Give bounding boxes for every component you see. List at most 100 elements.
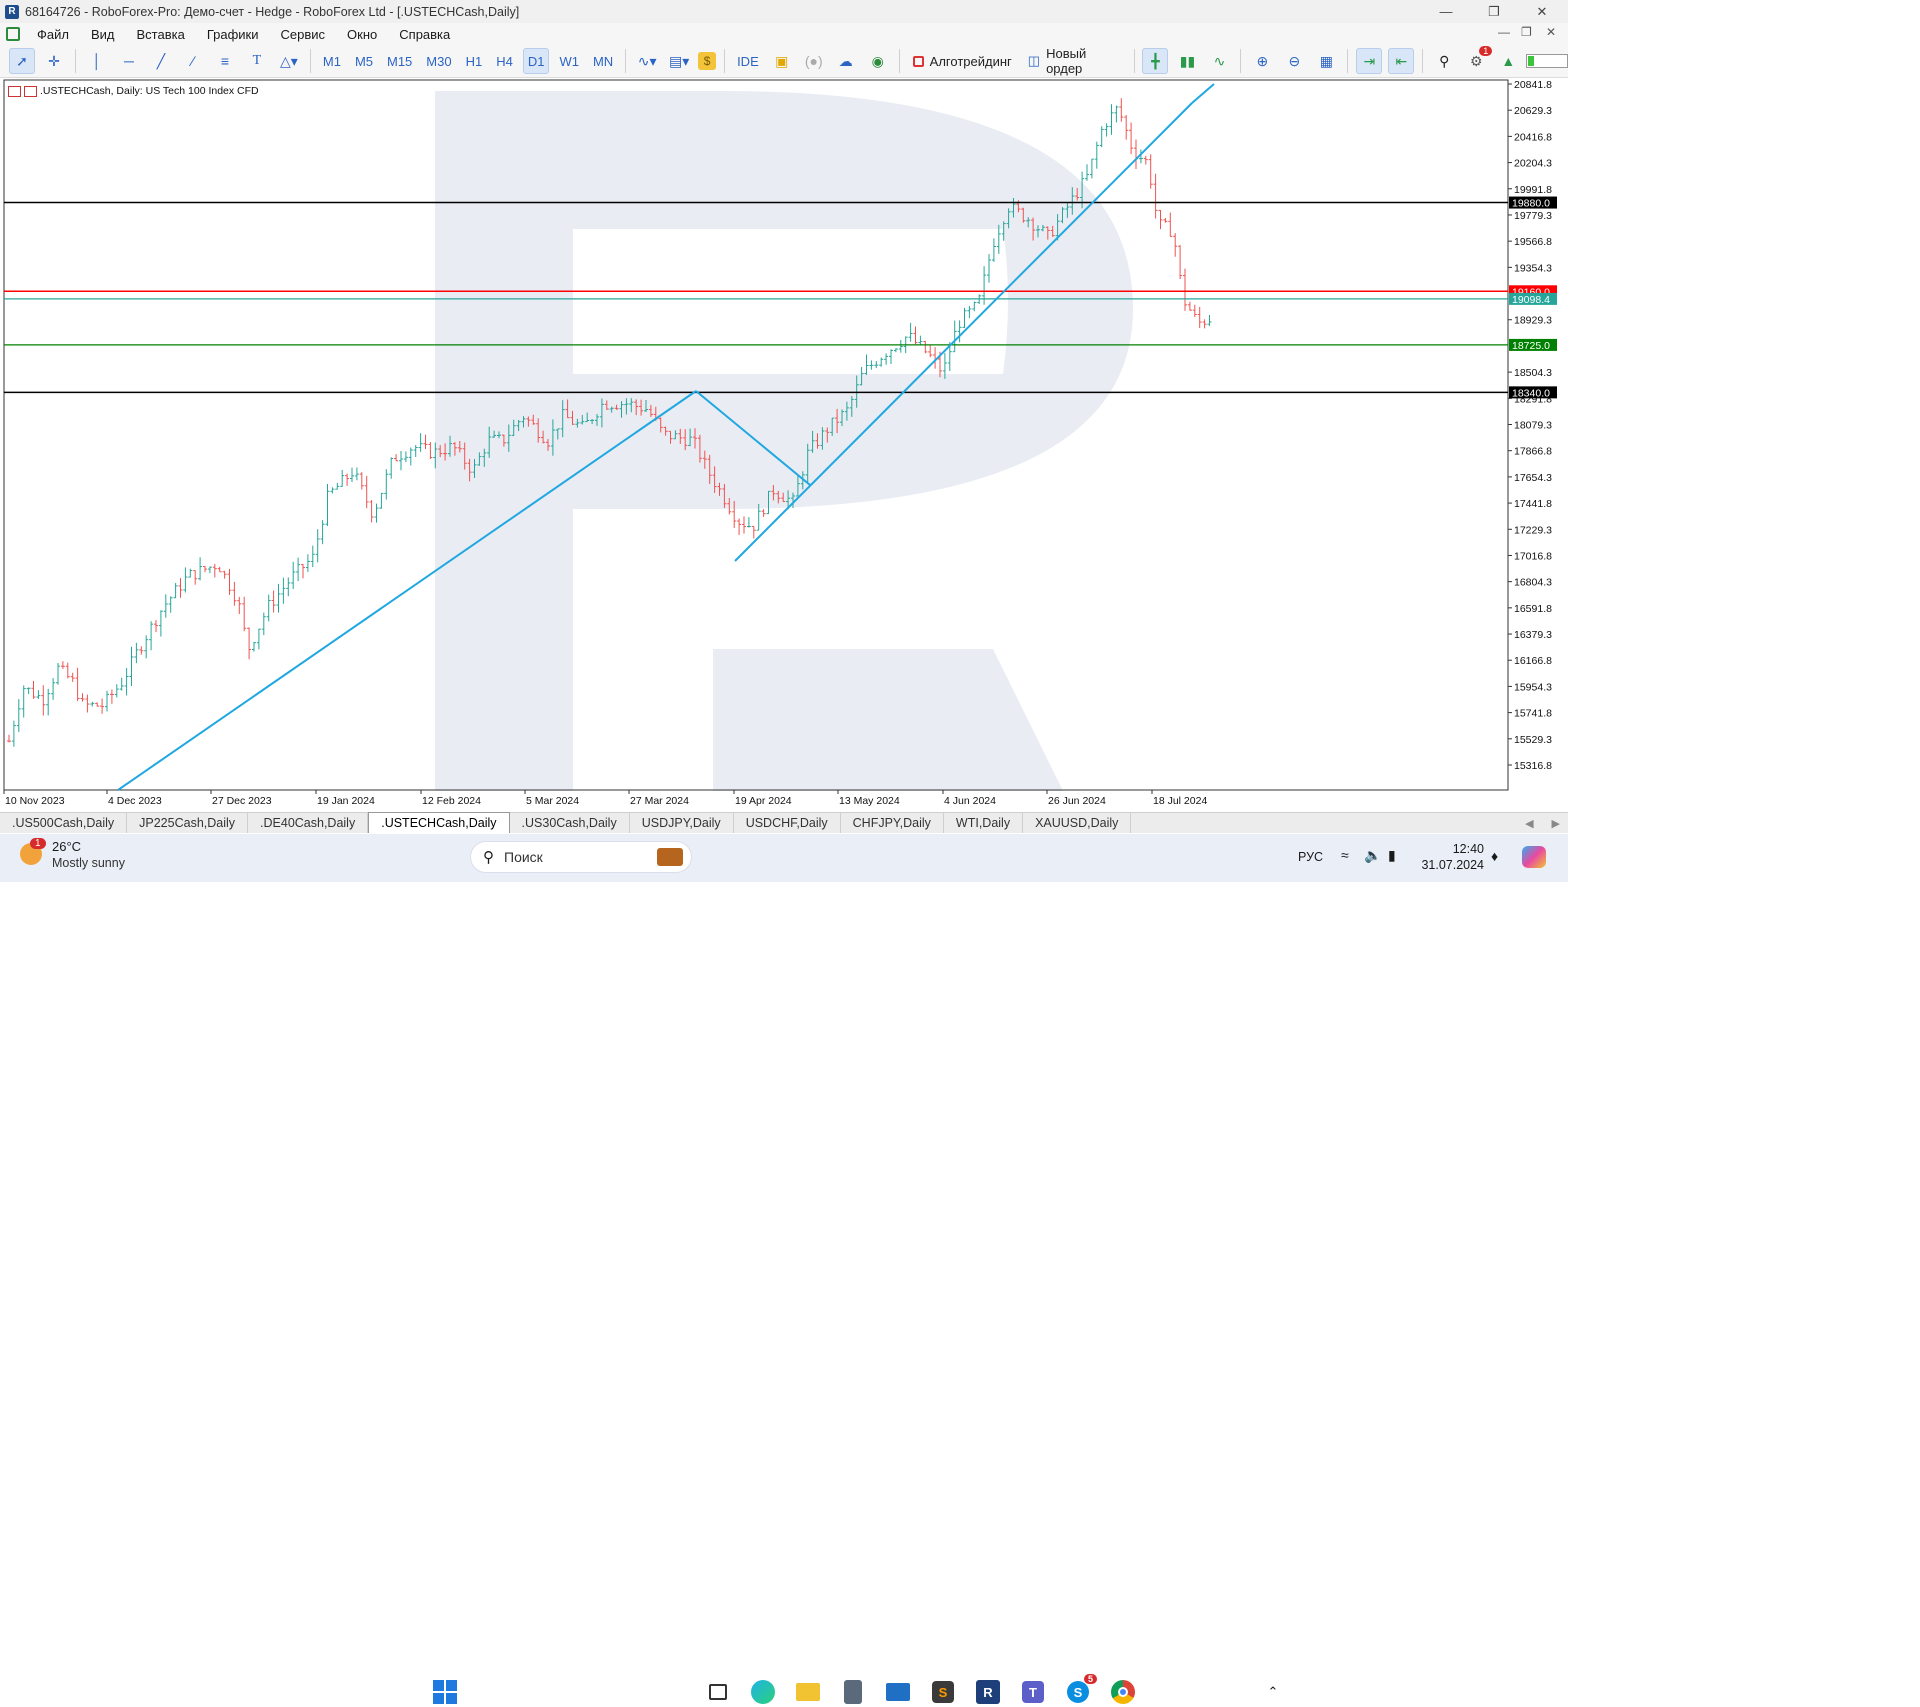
tabs-scroll-arrows[interactable]: ◀ ▶ (1525, 813, 1560, 833)
chart-tab[interactable]: .US500Cash,Daily (0, 813, 128, 833)
battery-icon[interactable]: ▮ (1388, 847, 1396, 864)
clock[interactable]: 12:40 31.07.2024 (1418, 841, 1484, 873)
notifications-icon[interactable]: ⚙ 1 (1463, 46, 1493, 74)
autoscroll-icon[interactable]: ⇥ (1356, 48, 1383, 74)
algo-trading-button[interactable]: Алготрейдинг (912, 53, 1012, 69)
price-level-label: 19880.0 (1512, 198, 1550, 210)
chart-tab[interactable]: .DE40Cash,Daily (248, 813, 369, 833)
timeframe-h4[interactable]: H4 (492, 48, 517, 74)
zoom-in-icon[interactable]: ⊕ (1249, 48, 1275, 74)
timeframe-h1[interactable]: H1 (462, 48, 487, 74)
close-button[interactable]: ✕ (1519, 0, 1565, 23)
chart-area[interactable]: 20841.8 20629.3 20416.8 20204.3 19991.8 19779… (3, 79, 1565, 810)
web-icon[interactable]: ◉ (865, 48, 891, 74)
edge-browser-icon[interactable] (748, 1677, 778, 1707)
shapes-icon[interactable]: △▾ (276, 48, 302, 74)
chart-tab[interactable]: WTI,Daily (944, 813, 1024, 833)
fibonacci-icon[interactable]: ≡ (212, 48, 238, 74)
notification-bell-icon[interactable]: ♦ (1491, 848, 1498, 864)
y-tick-label: 15316.8 (1514, 760, 1552, 772)
weather-desc: Mostly sunny (52, 856, 125, 870)
vertical-line-icon[interactable]: │ (84, 48, 110, 74)
menu-insert[interactable]: Вставка (126, 27, 196, 42)
candle-chart-icon[interactable]: ▮▮ (1174, 48, 1200, 74)
cursor-icon[interactable]: ➚ (9, 48, 35, 74)
maximize-button[interactable]: ❐ (1471, 0, 1517, 23)
sublime-text-icon[interactable]: S (928, 1677, 958, 1707)
volume-icon[interactable]: 🔈 (1364, 847, 1381, 864)
timeframe-m30[interactable]: M30 (422, 48, 455, 74)
timeframe-mn[interactable]: MN (589, 48, 617, 74)
chart-menu-icon[interactable] (8, 85, 21, 97)
chart-shift-icon[interactable]: ⇤ (1388, 48, 1415, 74)
bar-chart-icon[interactable]: ╋ (1142, 48, 1169, 74)
price-chart[interactable]: 20841.8 20629.3 20416.8 20204.3 19991.8 19779… (3, 79, 1565, 810)
coin-icon[interactable]: $ (698, 52, 717, 70)
y-tick-label: 15529.3 (1514, 734, 1552, 746)
mdi-minimize-button[interactable]: — (1498, 25, 1510, 39)
chrome-icon[interactable] (1108, 1677, 1138, 1707)
menu-help[interactable]: Справка (388, 27, 461, 42)
weather-widget[interactable]: 1 26°C Mostly sunny (20, 838, 125, 871)
tile-windows-icon[interactable]: ▦ (1313, 48, 1339, 74)
vps-cloud-icon[interactable]: ☁ (833, 48, 859, 74)
chart-tab[interactable]: .US30Cash,Daily (510, 813, 630, 833)
menu-window[interactable]: Окно (336, 27, 388, 42)
search-icon[interactable]: ⚲ (1431, 48, 1457, 74)
mdi-restore-button[interactable]: ❐ (1521, 25, 1532, 39)
algo-stop-icon (912, 55, 924, 67)
text-icon[interactable]: T (244, 48, 270, 74)
timeframe-m5[interactable]: M5 (351, 48, 377, 74)
language-indicator[interactable]: РУС (1298, 850, 1323, 864)
skype-icon[interactable]: S 5 (1063, 1674, 1097, 1707)
teams-icon[interactable]: T (1018, 1677, 1048, 1707)
roboforex-terminal-icon[interactable]: R (973, 1677, 1003, 1707)
chart-tab[interactable]: JP225Cash,Daily (127, 813, 249, 833)
wifi-icon[interactable]: ≈ (1341, 847, 1349, 863)
chart-tab[interactable]: USDJPY,Daily (630, 813, 734, 833)
chart-tab[interactable]: CHFJPY,Daily (841, 813, 944, 833)
x-tick-label: 27 Mar 2024 (630, 795, 689, 807)
tray-chevron-icon[interactable]: ⌃ (1258, 1677, 1288, 1707)
toolbar: ➚ ✛ │ ─ ╱ ∕ ≡ T △▾ M1 M5 M15 M30 H1 H4 D… (0, 45, 1568, 78)
signals-icon[interactable]: (●) (801, 48, 827, 74)
mail-icon[interactable] (883, 1677, 913, 1707)
trendline-icon[interactable]: ╱ (148, 48, 174, 74)
search-highlight-icon (657, 848, 683, 866)
copilot-icon[interactable] (1522, 846, 1546, 868)
line-chart-icon[interactable]: ∿ (1206, 48, 1232, 74)
menu-view[interactable]: Вид (80, 27, 126, 42)
timeframe-d1[interactable]: D1 (522, 48, 550, 74)
mdi-close-button[interactable]: ✕ (1546, 25, 1556, 39)
chart-tab[interactable]: USDCHF,Daily (734, 813, 841, 833)
chart-trade-icon[interactable] (24, 85, 37, 97)
chart-tab[interactable]: .USTECHCash,Daily (368, 812, 510, 833)
calculator-icon[interactable] (838, 1677, 868, 1707)
horizontal-line-icon[interactable]: ─ (116, 48, 142, 74)
new-order-button[interactable]: ◫ Новый ордер (1028, 46, 1121, 76)
task-view-icon[interactable] (703, 1677, 733, 1707)
channel-icon[interactable]: ∕ (180, 48, 206, 74)
x-tick-label: 19 Jan 2024 (317, 795, 375, 807)
menu-file[interactable]: Файл (26, 27, 80, 42)
ide-button[interactable]: IDE (733, 48, 763, 74)
templates-icon[interactable]: ▤▾ (666, 48, 692, 74)
indicators-icon[interactable]: ∿▾ (634, 48, 660, 74)
app-logo-icon: R (5, 4, 19, 19)
file-explorer-icon[interactable] (793, 1677, 823, 1707)
menu-app-icon[interactable] (6, 27, 20, 41)
windows-start-icon[interactable] (430, 1677, 460, 1707)
y-tick-label: 16379.3 (1514, 629, 1552, 641)
zoom-out-icon[interactable]: ⊖ (1281, 48, 1307, 74)
market-bag-icon[interactable]: ▣ (769, 48, 795, 74)
chart-tab[interactable]: XAUUSD,Daily (1023, 813, 1132, 833)
timeframe-w1[interactable]: W1 (555, 48, 583, 74)
timeframe-m15[interactable]: M15 (383, 48, 416, 74)
timeframe-m1[interactable]: M1 (319, 48, 345, 74)
menu-charts[interactable]: Графики (196, 27, 270, 42)
crosshair-icon[interactable]: ✛ (41, 48, 67, 74)
minimize-button[interactable]: — (1423, 0, 1469, 23)
menu-tools[interactable]: Сервис (270, 27, 337, 42)
taskbar-search[interactable]: ⚲ Поиск (470, 841, 692, 873)
algo-trading-label: Алготрейдинг (929, 53, 1012, 69)
